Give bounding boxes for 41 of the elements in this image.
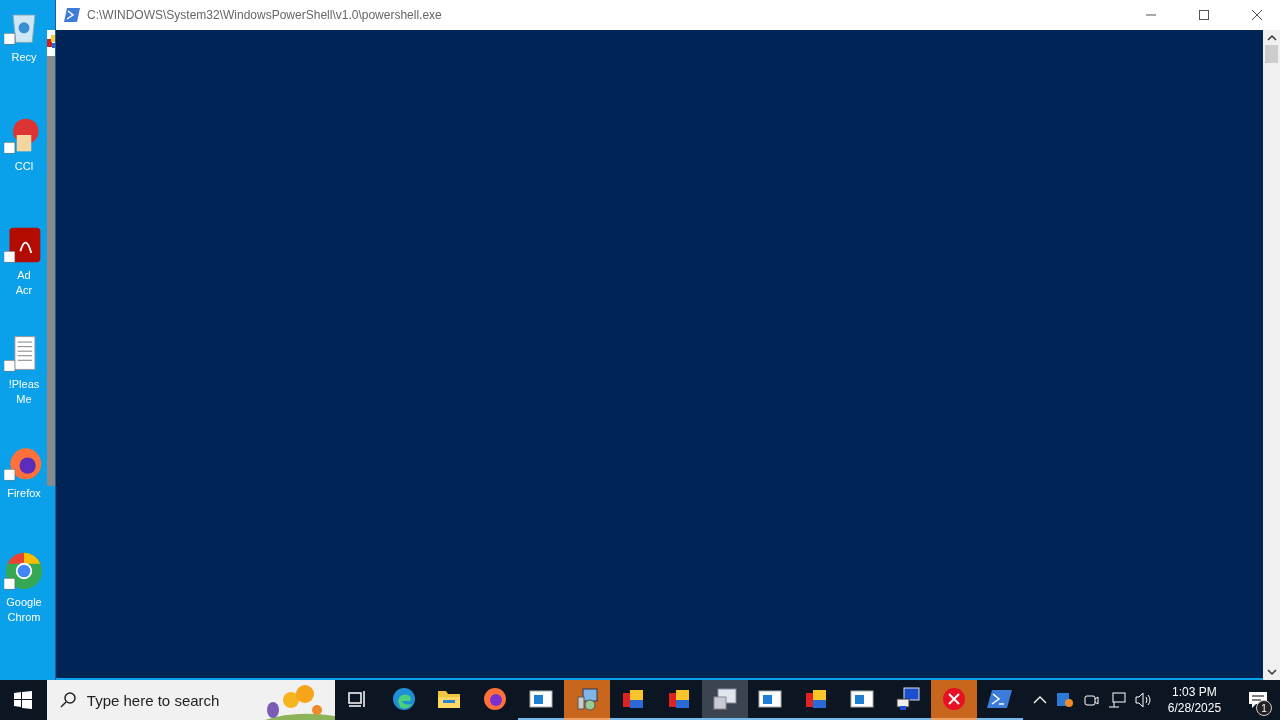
windows-logo-icon (14, 691, 33, 709)
notifications-button[interactable]: 1 (1236, 680, 1280, 720)
desktop-icon-label[interactable]: Recy (11, 50, 37, 65)
app-icon (805, 688, 828, 710)
scrollbar-thumb[interactable] (1265, 45, 1278, 63)
task-view-icon (347, 690, 368, 708)
network-icon[interactable] (1107, 692, 1126, 708)
desktop-icon-label[interactable]: Firefox (7, 486, 41, 501)
volume-icon[interactable] (1134, 692, 1153, 708)
chrome-icon[interactable] (4, 551, 44, 591)
edge-icon (391, 687, 416, 711)
window-title: C:\WINDOWS\System32\WindowsPowerShell\v1.0\powershell.exe (87, 8, 442, 22)
desktop-icon-label[interactable]: CCl (14, 159, 34, 174)
camera-icon[interactable] (1082, 692, 1099, 708)
search-field[interactable]: Type here to search (46, 680, 335, 720)
folder-icon (437, 689, 462, 709)
window-icon (850, 689, 875, 709)
app-tray-icon[interactable] (1055, 691, 1074, 709)
maximize-icon (1198, 9, 1210, 21)
notification-count: 1 (1256, 700, 1273, 716)
scrollbar[interactable] (1263, 30, 1280, 680)
error-icon (941, 687, 966, 711)
scroll-down-icon[interactable] (1266, 668, 1277, 676)
powershell-icon (986, 689, 1013, 709)
desktop-icon-label[interactable]: Ad Acr (15, 268, 33, 298)
computer-icon (896, 687, 921, 711)
app-icon (621, 688, 644, 710)
search-icon (58, 691, 77, 709)
clock[interactable]: 1:03 PM 6/28/2025 (1161, 684, 1228, 716)
app-icon (667, 688, 690, 710)
monitor-icon (711, 687, 738, 711)
firefox-icon (483, 687, 508, 711)
taskbar-app-button[interactable] (701, 680, 748, 720)
desktop-icon-label[interactable]: !Pleas Me (8, 377, 40, 407)
window-icon (529, 689, 554, 709)
scroll-up-icon[interactable] (1266, 34, 1277, 42)
desktop-icon-label[interactable]: Google Chrom (6, 595, 42, 625)
powershell-icon (64, 8, 80, 22)
window-icon (758, 689, 783, 709)
close-icon (1251, 9, 1263, 21)
chevron-up-icon[interactable] (1032, 695, 1047, 705)
